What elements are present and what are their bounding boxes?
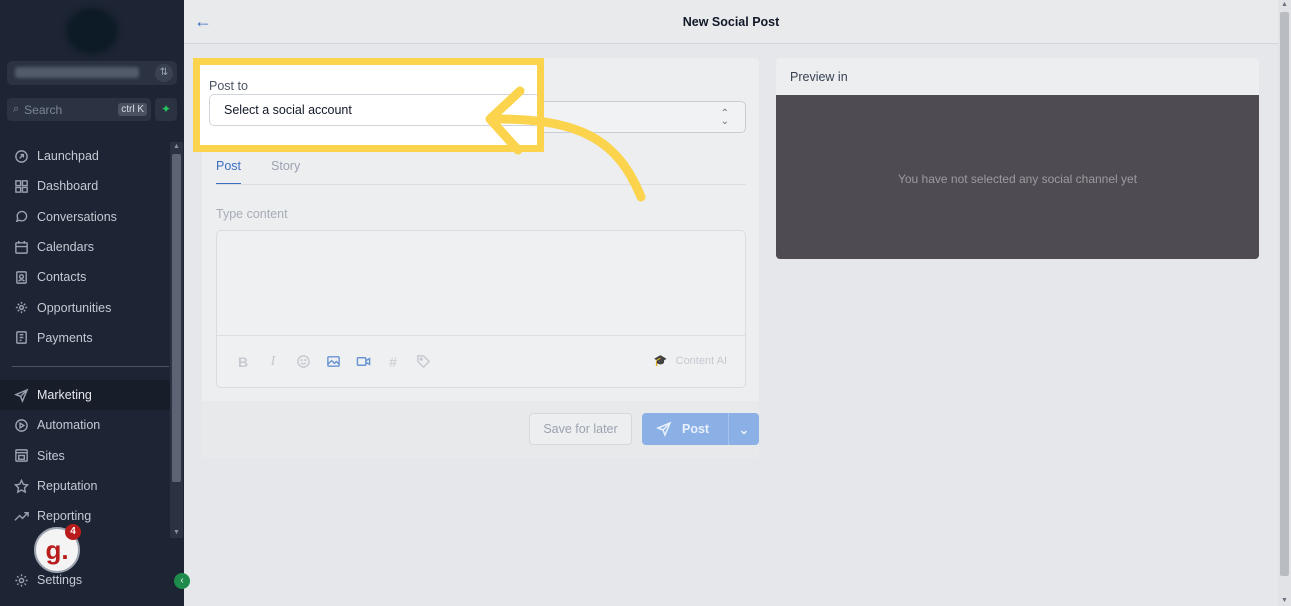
sidebar-item-marketing[interactable]: Marketing [0,380,170,411]
sidebar-item-label: Reporting [37,509,92,524]
contacts-icon [13,269,29,285]
post-button-group: Post ⌄ [642,413,759,445]
search-shortcut: ctrl K [118,103,147,116]
preview-empty-message: You have not selected any social channel… [897,172,1138,186]
preview-panel: Preview in You have not selected any soc… [776,58,1259,259]
scroll-down-icon[interactable]: ▼ [1278,596,1291,606]
account-switch-icon[interactable]: ⇅ [155,64,173,82]
post-type-tabs: Post Story [216,159,330,185]
ai-sparkle-button[interactable]: ✦ [155,98,177,121]
sidebar-item-calendars[interactable]: Calendars [0,232,170,262]
sidebar-scroll-thumb[interactable] [172,154,181,482]
sidebar-item-label: Calendars [37,240,94,255]
post-button-label: Post [682,422,710,436]
sidebar-item-contacts[interactable]: Contacts [0,262,170,292]
composer-footer: Save for later Post ⌄ [202,401,759,458]
account-switcher[interactable]: ⇅ [7,61,177,85]
page-scroll-thumb[interactable] [1280,12,1289,576]
sidebar: ⇅ ⌕ Search ctrl K ✦ Launchpad Dashboard … [0,0,190,606]
sites-icon [13,448,29,464]
payments-icon [13,330,29,346]
search-icon: ⌕ [13,103,20,115]
sidebar-item-label: Dashboard [37,179,99,194]
tab-post[interactable]: Post [216,159,242,185]
scroll-up-icon[interactable]: ▲ [170,142,183,152]
sidebar-item-label: Launchpad [37,149,99,164]
sidebar-item-label: Marketing [37,388,92,403]
sidebar-item-reputation[interactable]: Reputation [0,471,170,501]
tag-icon[interactable] [415,354,431,370]
gear-icon [13,572,29,588]
preview-empty-state: You have not selected any social channel… [776,95,1259,259]
italic-icon[interactable]: I [265,354,281,370]
search-placeholder: Search [24,102,63,117]
emoji-icon[interactable] [295,354,311,370]
sidebar-search[interactable]: ⌕ Search ctrl K [7,98,151,121]
save-for-later-button[interactable]: Save for later [529,413,632,445]
graduation-cap-icon: 🎓 [653,355,668,367]
page-title: New Social Post [682,15,780,29]
post-to-label: Post to [209,79,248,93]
nav-group-primary: Launchpad Dashboard Conversations Calend… [0,141,170,353]
video-icon[interactable] [355,354,371,370]
sidebar-scrollbar[interactable]: ▲ ▼ [170,142,183,538]
tabs-divider [216,184,746,185]
automation-icon [13,417,29,433]
scroll-up-icon[interactable]: ▲ [1278,0,1291,10]
nav-group-secondary: Marketing Automation Sites Reputation Re… [0,380,170,531]
sidebar-item-label: Automation [37,418,101,433]
sidebar-item-label: Contacts [37,270,87,285]
star-icon [13,478,29,494]
account-name-blurred [15,67,139,78]
launchpad-icon [13,148,29,164]
tab-story[interactable]: Story [271,159,300,185]
sidebar-item-settings[interactable]: Settings [0,565,82,595]
sidebar-item-conversations[interactable]: Conversations [0,202,170,232]
sidebar-item-dashboard[interactable]: Dashboard [0,171,170,201]
page-scrollbar[interactable]: ▲ ▼ [1278,0,1291,606]
notification-badge: 4 [65,524,81,540]
opportunities-icon [13,300,29,316]
dashboard-icon [13,178,29,194]
sidebar-item-sites[interactable]: Sites [0,441,170,471]
company-logo [66,8,118,54]
sidebar-item-label: Conversations [37,209,117,224]
sidebar-item-payments[interactable]: Payments [0,323,170,353]
post-button[interactable]: Post [642,421,728,437]
social-account-select[interactable]: Select a social account [209,94,539,126]
post-options-chevron-icon[interactable]: ⌄ [728,413,759,445]
collapse-sidebar-icon[interactable]: ‹ [174,573,190,589]
scroll-down-icon[interactable]: ▼ [170,528,183,538]
sidebar-item-reporting[interactable]: Reporting [0,501,170,531]
bold-icon[interactable]: B [235,354,251,370]
content-ai-label: Content AI [675,354,727,367]
sidebar-item-label: Settings [37,573,83,588]
sidebar-item-launchpad[interactable]: Launchpad [0,141,170,171]
page-header: ← New Social Post [184,0,1278,44]
chat-icon [13,209,29,225]
sidebar-item-settings-wrap: Settings [0,565,82,595]
send-icon [656,421,672,437]
content-editor[interactable]: B I # 🎓 Content AI [216,230,746,388]
editor-toolbar: B I # 🎓 Content AI [217,335,745,387]
calendar-icon [13,239,29,255]
preview-title: Preview in [790,69,848,84]
sidebar-item-label: Reputation [37,479,98,494]
sidebar-item-label: Payments [37,330,93,345]
sidebar-divider [12,366,169,367]
content-ai-button[interactable]: 🎓 Content AI [653,354,727,368]
image-icon[interactable] [325,354,341,370]
post-to-highlight: Post to Select a social account [193,58,544,152]
sidebar-item-label: Opportunities [37,300,112,315]
send-icon [13,387,29,403]
sidebar-item-automation[interactable]: Automation [0,410,170,440]
hashtag-icon[interactable]: # [385,354,401,370]
sidebar-item-label: Sites [37,448,65,463]
content-placeholder-label: Type content [216,207,288,221]
select-chevron-icon: ⌃ ⌄ [720,108,729,127]
trend-icon [13,508,29,524]
sidebar-item-opportunities[interactable]: Opportunities [0,292,170,322]
